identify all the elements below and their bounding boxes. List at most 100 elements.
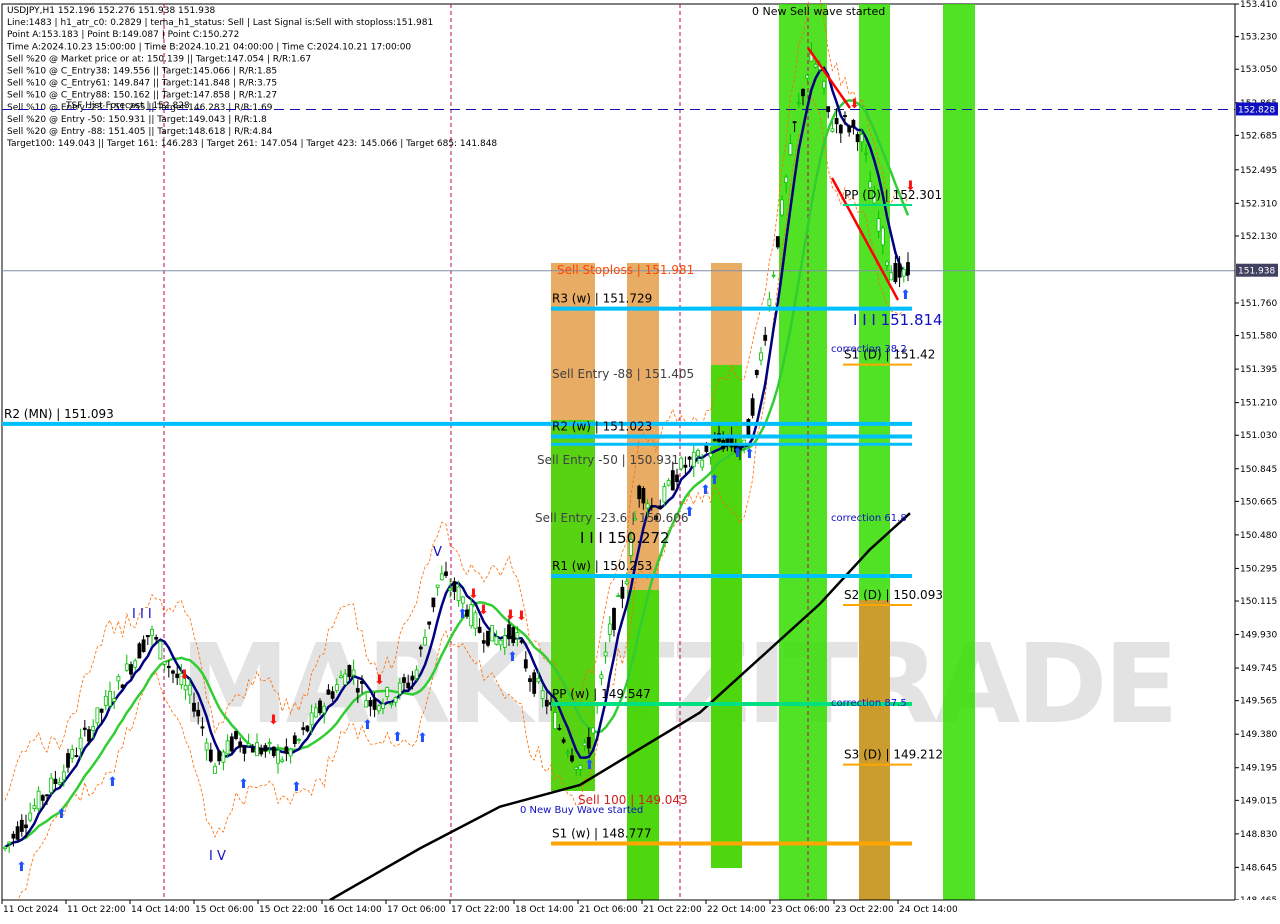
candle-body (775, 236, 780, 248)
candle-body (511, 627, 516, 643)
candle-body (339, 675, 343, 678)
buy-signal-arrow-icon: ⬆ (392, 730, 403, 745)
candle-body (582, 742, 587, 746)
candle-body (859, 133, 864, 143)
x-tick-label: 17 Oct 06:00 (387, 905, 446, 915)
x-tick-label: 23 Oct 06:00 (771, 905, 830, 915)
annotation-correction-61-8: correction 61.8 (831, 513, 907, 524)
candle-body (238, 741, 243, 748)
candle-body (620, 586, 625, 599)
zone-green-6 (943, 4, 975, 900)
y-tick-label: 151.580 (1240, 332, 1277, 342)
candle-body (637, 485, 642, 500)
candle-body (607, 623, 612, 635)
candle-body (166, 665, 171, 669)
candle-body (99, 708, 104, 713)
candle-body (204, 742, 209, 751)
level-r3-w-label: R3 (w) | 151.729 (552, 292, 652, 306)
candle-body (591, 727, 595, 734)
candle-body (414, 669, 419, 679)
buy-signal-arrow-icon: ⬆ (56, 807, 67, 822)
level-r1-w-label: R1 (w) | 150.253 (552, 559, 652, 573)
price-chart-svg: MARKETZITRADE USDJPY,H1 152.196 152.276 1… (0, 0, 1280, 920)
x-tick-label: 17 Oct 22:00 (451, 905, 510, 915)
candle-body (372, 699, 377, 710)
candle-body (502, 635, 507, 648)
annotation-0-new-sell-wave-started: 0 New Sell wave started (752, 5, 885, 18)
candle-body (255, 742, 259, 757)
y-tick-label: 149.745 (1240, 664, 1277, 674)
candle-body (183, 684, 188, 691)
candle-body (192, 702, 196, 712)
candle-body (801, 88, 805, 97)
candle-body (763, 334, 768, 341)
candle-body (364, 700, 369, 708)
sell-signal-arrow-icon: ⬇ (179, 668, 190, 683)
candle-body (691, 451, 696, 467)
x-tick-label: 15 Oct 22:00 (259, 905, 318, 915)
watermark-text: MARKETZITRADE (180, 620, 1175, 748)
x-tick-label: 18 Oct 14:00 (515, 905, 574, 915)
candle-body (267, 742, 272, 745)
sell-signal-arrow-icon: ⬇ (268, 713, 279, 728)
candle-body (284, 746, 289, 754)
candle-body (578, 764, 583, 770)
candle-body (305, 725, 310, 732)
candle-body (704, 444, 709, 452)
candle-body (3, 846, 7, 849)
buy-signal-arrow-icon: ⬆ (709, 473, 720, 488)
candle-body (297, 738, 301, 741)
annotation-sell-entry-23-6-150-606: Sell Entry -23.6 | 150.606 (535, 511, 689, 525)
candle-body (679, 457, 684, 470)
annotation-i-v: I V (209, 849, 226, 864)
candle-body (280, 759, 285, 763)
candle-body (427, 621, 432, 625)
y-tick-label: 149.380 (1240, 730, 1277, 740)
buy-signal-arrow-icon: ⬆ (291, 780, 302, 795)
sell-signal-arrow-icon: ⬇ (905, 179, 916, 194)
buy-signal-arrow-icon: ⬆ (900, 288, 911, 303)
candle-body (754, 370, 759, 376)
buy-signal-arrow-icon: ⬆ (16, 860, 27, 875)
candle-body (574, 766, 579, 770)
y-tick-label: 152.685 (1240, 131, 1277, 141)
candle-body (670, 470, 675, 491)
candle-body (885, 261, 889, 266)
candle-body (397, 682, 402, 695)
candle-body (435, 584, 440, 588)
candle-body (368, 700, 373, 707)
candle-body (855, 134, 860, 143)
level-pp-w-label: PP (w) | 149.547 (552, 687, 651, 701)
candle-body (36, 790, 41, 810)
level-r2-mn-label: R2 (MN) | 151.093 (4, 407, 114, 421)
candle-body (452, 581, 457, 592)
y-tick-label: 149.195 (1240, 764, 1277, 774)
candle-body (696, 449, 700, 457)
buy-signal-arrow-icon: ⬆ (507, 650, 518, 665)
candle-body (767, 298, 772, 307)
buy-signal-arrow-icon: ⬆ (684, 505, 695, 520)
candle-body (540, 690, 545, 700)
buy-signal-arrow-icon: ⬆ (362, 718, 373, 733)
candle-body (561, 739, 566, 743)
x-tick-label: 11 Oct 22:00 (67, 905, 126, 915)
y-tick-label: 150.665 (1240, 497, 1277, 507)
candle-body (171, 670, 175, 674)
y-tick-label: 149.930 (1240, 631, 1277, 641)
candle-body (431, 597, 436, 608)
y-tick-label: 152.310 (1240, 199, 1277, 209)
candle-body (624, 580, 629, 585)
buy-signal-arrow-icon: ⬆ (238, 777, 249, 792)
candle-body (649, 505, 654, 508)
candle-body (145, 634, 150, 638)
candle-body (708, 453, 713, 458)
buy-signal-arrow-icon: ⬆ (744, 447, 755, 462)
candle-body (242, 746, 247, 754)
candle-body (868, 181, 873, 189)
info-line-5: Sell %20 @ Market price or at: 150.139 |… (7, 54, 311, 64)
candle-body (662, 486, 667, 503)
candle-body (439, 573, 444, 581)
candle-body (19, 819, 24, 832)
candle-body (385, 687, 390, 697)
candle-body (154, 637, 159, 640)
